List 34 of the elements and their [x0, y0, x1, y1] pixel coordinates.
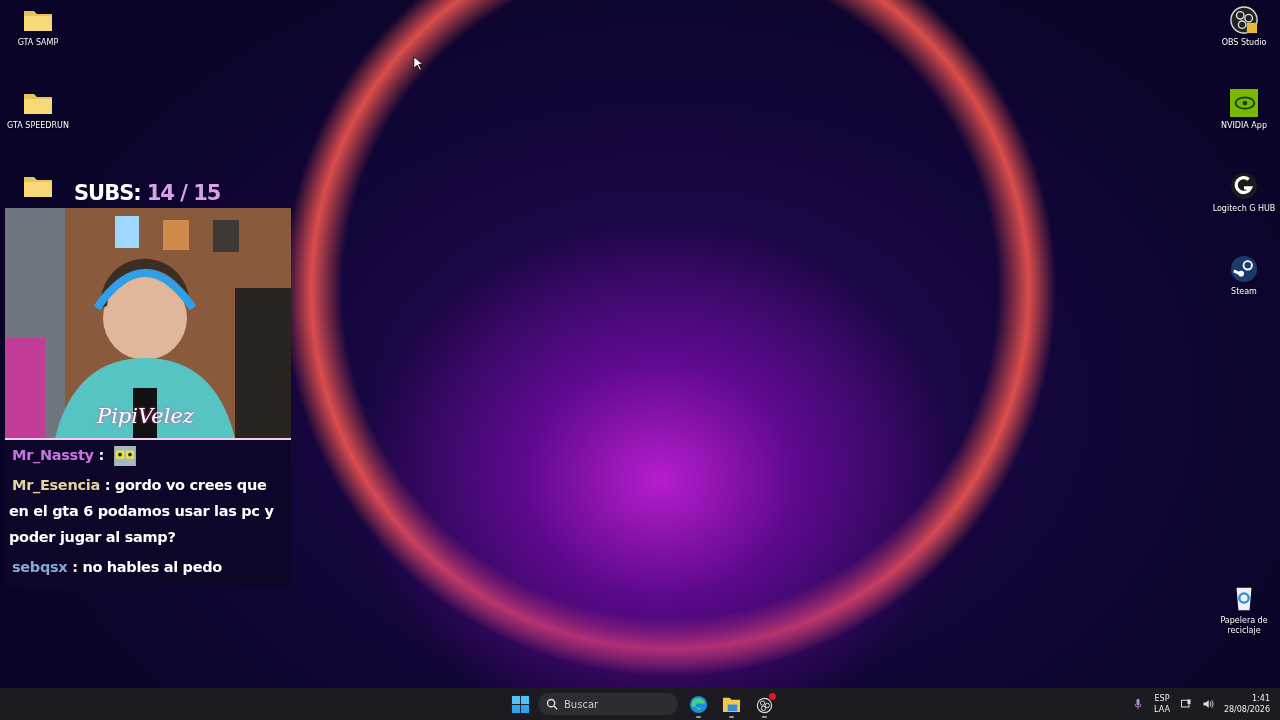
subs-label: SUBS:	[74, 181, 141, 205]
icon-label[interactable]: GTA SAMP	[17, 38, 59, 48]
emote-icon	[112, 446, 137, 466]
mouse-cursor-icon	[413, 56, 423, 71]
language-indicator[interactable]: ESP LAA	[1154, 693, 1170, 715]
date-text: 28/08/2026	[1223, 704, 1270, 715]
search-field[interactable]: Buscar	[538, 693, 678, 715]
layout-text: LAA	[1154, 704, 1170, 715]
running-indicator	[729, 716, 734, 718]
chat-message: Mr_Esencia : gordo vo crees que en el gta 6 podamos usar las pc y poder jugar al samp?	[9, 476, 275, 547]
start-icon[interactable]	[511, 694, 530, 714]
microphone-icon[interactable]	[1132, 698, 1145, 710]
chat-message: sebqsx : no hables al pedo	[11, 558, 223, 577]
icon-label[interactable]: GTA SPEEDRUN	[7, 121, 69, 131]
chat-message: Mr_Nassty :	[9, 442, 287, 468]
language-text: ESP	[1154, 693, 1170, 704]
app-icon[interactable]	[1229, 172, 1259, 200]
subs-count: 14 / 15	[146, 181, 221, 205]
running-indicator	[762, 716, 767, 718]
icon-label[interactable]: Papelera de reciclaje	[1208, 616, 1280, 636]
time-text: 1:41	[1252, 693, 1270, 704]
browser-icon[interactable]	[689, 694, 708, 714]
icon-label[interactable]: Steam	[1231, 287, 1257, 297]
search-icon	[546, 698, 558, 710]
running-indicator	[696, 716, 701, 718]
eye-icon[interactable]	[1229, 89, 1259, 117]
app-icon[interactable]	[1229, 255, 1259, 283]
network-icon[interactable]	[1179, 698, 1192, 710]
volume-icon[interactable]	[1201, 698, 1214, 710]
icon-label[interactable]: OBS Studio	[1221, 38, 1267, 48]
icon-label[interactable]: Logitech G HUB	[1212, 204, 1276, 214]
icon-label[interactable]: NVIDIA App	[1221, 121, 1267, 131]
clock[interactable]: 1:41 28/08/2026	[1223, 693, 1270, 715]
app-icon[interactable]	[1229, 6, 1259, 34]
